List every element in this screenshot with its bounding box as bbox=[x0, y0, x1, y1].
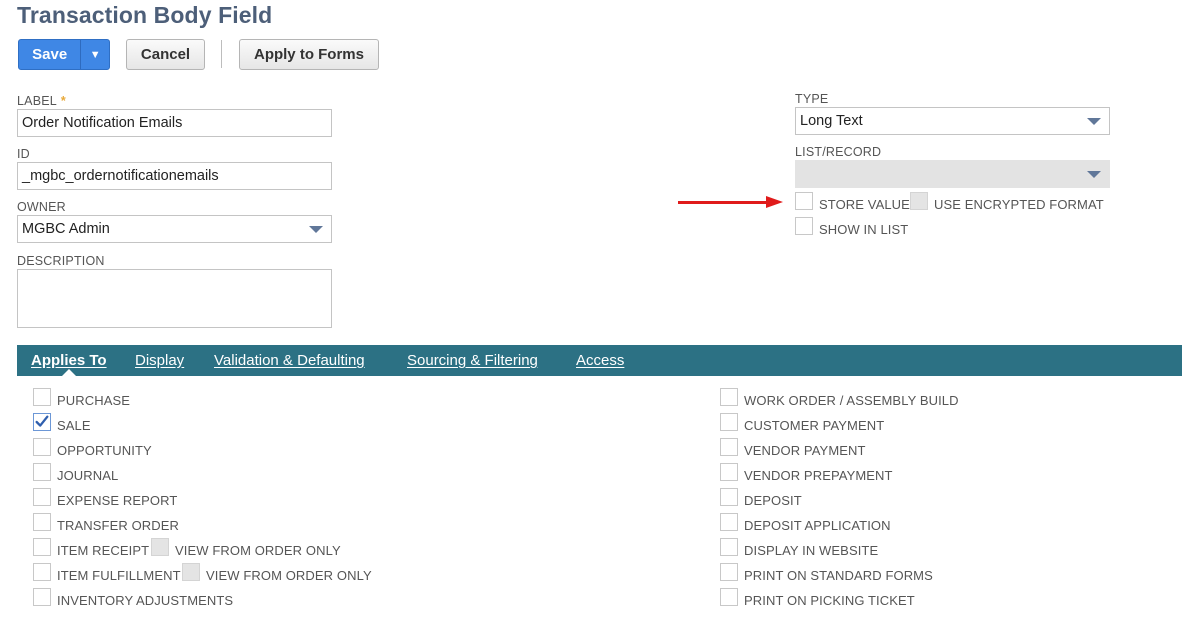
journal-checkbox[interactable] bbox=[33, 463, 51, 481]
id-input[interactable]: _mgbc_ordernotificationemails bbox=[17, 162, 332, 190]
purchase-label: PURCHASE bbox=[57, 393, 131, 408]
item-fulfillment-checkbox[interactable] bbox=[33, 563, 51, 581]
checkmark-icon bbox=[35, 415, 49, 427]
save-menu-toggle[interactable]: ▼ bbox=[80, 40, 109, 69]
annotation-arrow-icon bbox=[766, 196, 783, 208]
store-value-checkbox[interactable] bbox=[795, 192, 813, 210]
owner-select[interactable]: MGBC Admin bbox=[17, 215, 332, 243]
tab-display[interactable]: Display bbox=[135, 345, 184, 376]
deposit-checkbox[interactable] bbox=[720, 488, 738, 506]
display-in-website-label: DISPLAY IN WEBSITE bbox=[744, 543, 879, 558]
required-asterisk: * bbox=[60, 94, 66, 108]
deposit-application-checkbox[interactable] bbox=[720, 513, 738, 531]
store-value-label: STORE VALUE bbox=[819, 197, 910, 212]
tab-sourcing-filtering[interactable]: Sourcing & Filtering bbox=[407, 345, 538, 376]
save-button-group[interactable]: Save ▼ bbox=[18, 39, 110, 70]
chevron-down-icon bbox=[1087, 171, 1101, 178]
deposit-application-label: DEPOSIT APPLICATION bbox=[744, 518, 891, 533]
vendor-prepayment-checkbox[interactable] bbox=[720, 463, 738, 481]
expense-report-checkbox[interactable] bbox=[33, 488, 51, 506]
list-record-select[interactable] bbox=[795, 160, 1110, 188]
deposit-label: DEPOSIT bbox=[744, 493, 802, 508]
sale-label: SALE bbox=[57, 418, 91, 433]
description-field-label: DESCRIPTION bbox=[17, 254, 105, 268]
item-fulfillment-view-from-order-checkbox[interactable] bbox=[182, 563, 200, 581]
apply-to-forms-button[interactable]: Apply to Forms bbox=[239, 39, 379, 70]
show-in-list-label: SHOW IN LIST bbox=[819, 222, 909, 237]
item-receipt-view-from-order-checkbox[interactable] bbox=[151, 538, 169, 556]
item-fulfillment-view-from-order-label: VIEW FROM ORDER ONLY bbox=[206, 568, 372, 583]
display-in-website-checkbox[interactable] bbox=[720, 538, 738, 556]
print-on-picking-ticket-label: PRINT ON PICKING TICKET bbox=[744, 593, 915, 608]
inventory-adjustments-checkbox[interactable] bbox=[33, 588, 51, 606]
customer-payment-label: CUSTOMER PAYMENT bbox=[744, 418, 885, 433]
vendor-prepayment-label: VENDOR PREPAYMENT bbox=[744, 468, 893, 483]
vendor-payment-checkbox[interactable] bbox=[720, 438, 738, 456]
use-encrypted-format-label: USE ENCRYPTED FORMAT bbox=[934, 197, 1104, 212]
vendor-payment-label: VENDOR PAYMENT bbox=[744, 443, 866, 458]
transfer-order-label: TRANSFER ORDER bbox=[57, 518, 180, 533]
id-field-label: ID bbox=[17, 147, 30, 161]
cancel-button[interactable]: Cancel bbox=[126, 39, 205, 70]
item-receipt-label: ITEM RECEIPT bbox=[57, 543, 150, 558]
toolbar-divider bbox=[221, 40, 222, 68]
owner-select-value: MGBC Admin bbox=[22, 221, 110, 237]
chevron-down-icon: ▼ bbox=[89, 48, 101, 61]
opportunity-checkbox[interactable] bbox=[33, 438, 51, 456]
print-on-standard-forms-checkbox[interactable] bbox=[720, 563, 738, 581]
tab-validation-defaulting[interactable]: Validation & Defaulting bbox=[214, 345, 365, 376]
inventory-adjustments-label: INVENTORY ADJUSTMENTS bbox=[57, 593, 234, 608]
owner-field-label: OWNER bbox=[17, 200, 66, 214]
item-fulfillment-label: ITEM FULFILLMENT bbox=[57, 568, 181, 583]
print-on-standard-forms-label: PRINT ON STANDARD FORMS bbox=[744, 568, 933, 583]
chevron-down-icon bbox=[1087, 118, 1101, 125]
list-record-field-label: LIST/RECORD bbox=[795, 145, 882, 159]
sale-checkbox[interactable] bbox=[33, 413, 51, 431]
tab-access[interactable]: Access bbox=[576, 345, 624, 376]
use-encrypted-format-checkbox[interactable] bbox=[910, 192, 928, 210]
item-receipt-view-from-order-label: VIEW FROM ORDER ONLY bbox=[175, 543, 341, 558]
annotation-arrow-shaft bbox=[678, 201, 770, 204]
item-receipt-checkbox[interactable] bbox=[33, 538, 51, 556]
show-in-list-checkbox[interactable] bbox=[795, 217, 813, 235]
print-on-picking-ticket-checkbox[interactable] bbox=[720, 588, 738, 606]
page-title: Transaction Body Field bbox=[17, 2, 273, 28]
type-select-value: Long Text bbox=[800, 113, 863, 129]
expense-report-label: EXPENSE REPORT bbox=[57, 493, 178, 508]
chevron-down-icon bbox=[309, 226, 323, 233]
type-field-label: TYPE bbox=[795, 92, 829, 106]
work-order-assembly-build-checkbox[interactable] bbox=[720, 388, 738, 406]
type-select[interactable]: Long Text bbox=[795, 107, 1110, 135]
description-textarea[interactable] bbox=[17, 269, 332, 328]
transfer-order-checkbox[interactable] bbox=[33, 513, 51, 531]
save-button[interactable]: Save bbox=[19, 40, 80, 69]
journal-label: JOURNAL bbox=[57, 468, 119, 483]
opportunity-label: OPPORTUNITY bbox=[57, 443, 152, 458]
work-order-assembly-build-label: WORK ORDER / ASSEMBLY BUILD bbox=[744, 393, 959, 408]
customer-payment-checkbox[interactable] bbox=[720, 413, 738, 431]
subtab-bar: Applies To Display Validation & Defaulti… bbox=[17, 345, 1182, 376]
active-tab-indicator bbox=[62, 369, 76, 376]
label-field-label: LABEL * bbox=[17, 94, 66, 108]
label-input[interactable]: Order Notification Emails bbox=[17, 109, 332, 137]
purchase-checkbox[interactable] bbox=[33, 388, 51, 406]
